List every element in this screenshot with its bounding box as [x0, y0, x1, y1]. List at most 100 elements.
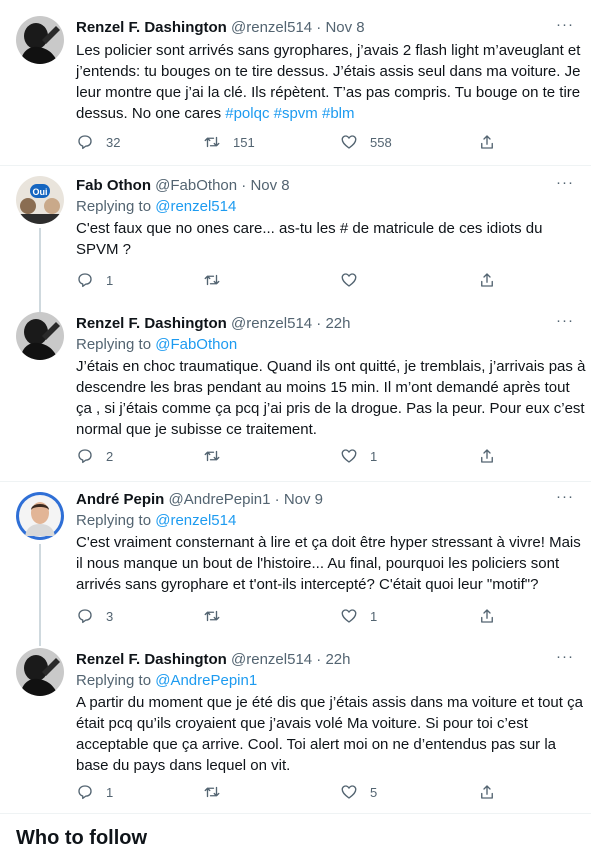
author-handle[interactable]: @renzel514: [231, 651, 312, 668]
replying-handle[interactable]: @FabOthon: [155, 336, 237, 353]
more-options-icon[interactable]: ···: [555, 313, 575, 334]
tweet-text: Les policier sont arrivés sans gyrophare…: [76, 40, 586, 124]
tweet-header: Renzel F. Dashington @renzel514 · Nov 8: [76, 18, 365, 38]
like-count: 558: [370, 134, 392, 150]
avatar[interactable]: Oui: [16, 176, 64, 224]
hashtag[interactable]: #spvm: [274, 105, 318, 122]
tweet-text: J’étais en choc traumatique. Quand ils o…: [76, 358, 586, 438]
retweet-button[interactable]: 151: [203, 132, 255, 152]
like-button[interactable]: 1: [340, 606, 377, 626]
author-name[interactable]: Renzel F. Dashington: [76, 315, 227, 332]
like-count: 1: [370, 608, 378, 624]
heart-icon: [341, 785, 357, 799]
thread-line: [39, 544, 41, 646]
share-button[interactable]: [478, 270, 496, 290]
reply-button[interactable]: 32: [76, 132, 120, 152]
like-button[interactable]: 558: [340, 132, 392, 152]
reply-icon: [78, 449, 92, 464]
reply-icon: [78, 785, 92, 800]
author-name[interactable]: Renzel F. Dashington: [76, 19, 227, 36]
author-handle[interactable]: @FabOthon: [155, 177, 237, 194]
reply-button[interactable]: 1: [76, 782, 113, 802]
share-button[interactable]: [478, 132, 496, 152]
tweet[interactable]: Renzel F. Dashington @renzel514 · 22h ··…: [0, 306, 591, 482]
tweet-time[interactable]: Nov 9: [284, 491, 323, 508]
more-options-icon[interactable]: ···: [555, 175, 575, 196]
reply-count: 1: [106, 784, 114, 800]
heart-icon: [341, 135, 357, 149]
author-handle[interactable]: @renzel514: [231, 315, 312, 332]
retweet-icon: [204, 786, 220, 798]
tweet[interactable]: Renzel F. Dashington @renzel514 · 22h ··…: [0, 638, 591, 814]
share-button[interactable]: [478, 606, 496, 626]
tweet[interactable]: Oui Fab Othon @FabOthon · Nov 8 ··· Repl…: [0, 166, 591, 314]
heart-icon: [341, 609, 357, 623]
replying-handle[interactable]: @AndrePepin1: [155, 672, 257, 689]
retweet-icon: [204, 450, 220, 462]
retweet-icon: [204, 274, 220, 286]
retweet-button[interactable]: [203, 782, 233, 802]
tweet-header: Renzel F. Dashington @renzel514 · 22h: [76, 650, 351, 670]
tweet-time[interactable]: Nov 8: [325, 19, 364, 36]
reply-icon: [78, 135, 92, 150]
replying-to: Replying to @renzel514: [76, 197, 236, 217]
tweet-time[interactable]: 22h: [325, 315, 350, 332]
like-button[interactable]: 5: [340, 782, 377, 802]
who-to-follow-heading: Who to follow: [16, 827, 148, 847]
author-name[interactable]: André Pepin: [76, 491, 164, 508]
more-options-icon[interactable]: ···: [555, 17, 575, 38]
author-name[interactable]: Renzel F. Dashington: [76, 651, 227, 668]
tweet-text: A partir du moment que je été dis que j’…: [76, 694, 583, 774]
avatar[interactable]: [16, 648, 64, 696]
thread-line: [39, 228, 41, 314]
tweet-header: Fab Othon @FabOthon · Nov 8: [76, 176, 290, 196]
replying-label: Replying to: [76, 672, 152, 689]
avatar[interactable]: [16, 312, 64, 360]
tweet[interactable]: Renzel F. Dashington @renzel514 · Nov 8 …: [0, 0, 591, 166]
tweet-actions: 3 1: [76, 606, 506, 626]
tweet-time[interactable]: Nov 8: [250, 177, 289, 194]
replying-label: Replying to: [76, 336, 152, 353]
reply-button[interactable]: 1: [76, 270, 113, 290]
reply-icon: [78, 609, 92, 624]
reply-button[interactable]: 3: [76, 606, 113, 626]
hashtag[interactable]: #blm: [322, 105, 355, 122]
dot-separator: ·: [316, 315, 322, 332]
more-options-icon[interactable]: ···: [555, 649, 575, 670]
reply-count: 3: [106, 608, 114, 624]
replying-handle[interactable]: @renzel514: [155, 512, 236, 529]
share-icon: [481, 273, 493, 287]
hashtag[interactable]: #polqc: [225, 105, 269, 122]
replying-handle[interactable]: @renzel514: [155, 198, 236, 215]
retweet-icon: [204, 610, 220, 622]
share-button[interactable]: [478, 446, 496, 466]
replying-to: Replying to @FabOthon: [76, 335, 237, 355]
avatar[interactable]: [16, 492, 64, 540]
dot-separator: ·: [316, 651, 322, 668]
share-button[interactable]: [478, 782, 496, 802]
heart-icon: [341, 449, 357, 463]
reply-button[interactable]: 2: [76, 446, 113, 466]
like-button[interactable]: [340, 270, 370, 290]
author-handle[interactable]: @AndrePepin1: [169, 491, 271, 508]
like-button[interactable]: 1: [340, 446, 377, 466]
author-handle[interactable]: @renzel514: [231, 19, 312, 36]
reply-count: 32: [106, 134, 121, 150]
avatar-photo-icon: [16, 16, 64, 64]
more-options-icon[interactable]: ···: [555, 489, 575, 510]
reply-count: 2: [106, 448, 114, 464]
avatar[interactable]: [16, 16, 64, 64]
tweet-actions: 1: [76, 270, 506, 290]
tweet-time[interactable]: 22h: [325, 651, 350, 668]
tweet[interactable]: André Pepin @AndrePepin1 · Nov 9 ··· Rep…: [0, 482, 591, 646]
retweet-button[interactable]: [203, 270, 233, 290]
retweet-button[interactable]: [203, 446, 233, 466]
tweet-text: C'est faux que no ones care... as-tu les…: [76, 220, 543, 258]
avatar-photo-icon: Oui: [16, 176, 64, 224]
like-count: 1: [370, 448, 378, 464]
retweet-button[interactable]: [203, 606, 233, 626]
tweet-actions: 32 151 558: [76, 132, 506, 152]
author-name[interactable]: Fab Othon: [76, 177, 151, 194]
tweet-text: C'est vraiment consternant à lire et ça …: [76, 534, 581, 593]
avatar-photo-icon: [16, 648, 64, 696]
